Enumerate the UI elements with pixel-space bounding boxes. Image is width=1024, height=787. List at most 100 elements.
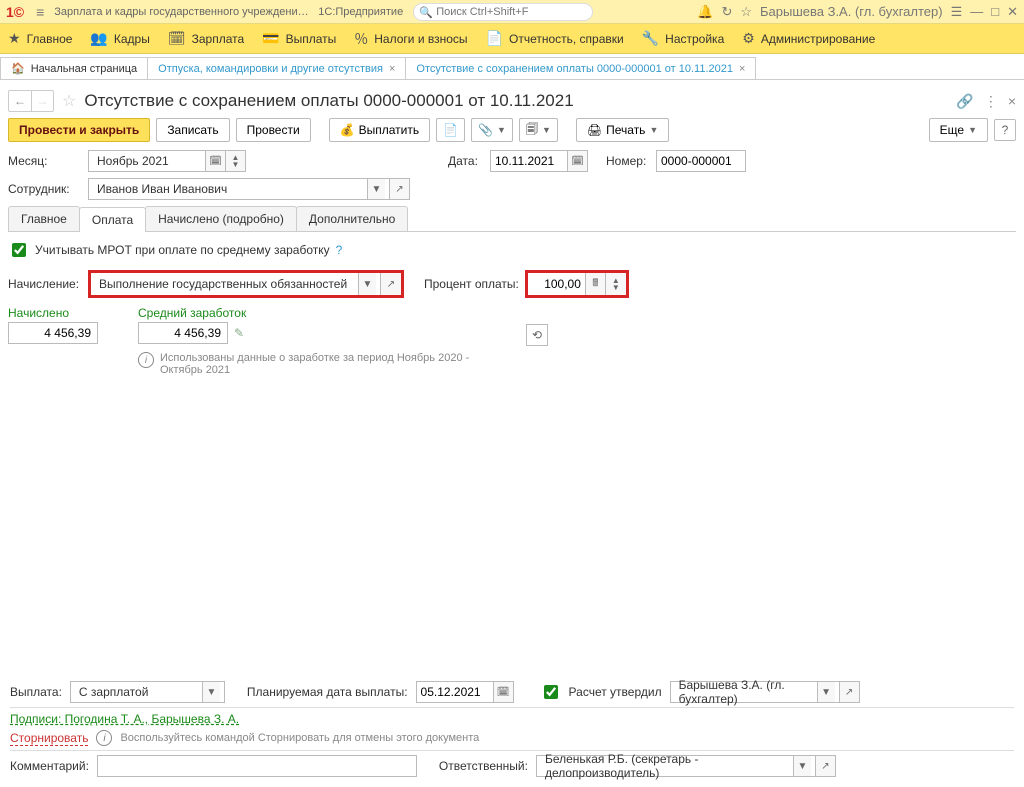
menu-icon[interactable]: ≡ — [36, 4, 44, 20]
number-field[interactable] — [656, 150, 746, 172]
approver-open-button[interactable]: ↗ — [840, 681, 860, 703]
help-button[interactable]: ? — [994, 119, 1016, 141]
create-based-button[interactable]: 🗐▼ — [519, 118, 558, 142]
payment-tab-content: Учитывать МРОТ при оплате по среднему за… — [8, 232, 1016, 376]
close-tab-icon[interactable]: × — [389, 63, 395, 75]
planned-date-field[interactable] — [416, 681, 494, 703]
tab-main[interactable]: Главное — [8, 206, 80, 231]
percent-calc-button[interactable]: 🖩 — [586, 273, 606, 295]
current-user[interactable]: Барышева З.А. (гл. бухгалтер) — [760, 4, 943, 19]
date-calendar-button[interactable]: 🗓 — [568, 150, 588, 172]
date-label: Дата: — [448, 154, 484, 168]
accrual-label: Начисление: — [8, 277, 82, 291]
tab-home[interactable]: 🏠Начальная страница — [0, 57, 148, 79]
accrued-field[interactable] — [8, 322, 98, 344]
responsible-label: Ответственный: — [439, 759, 528, 773]
wrench-icon: 🔧 — [642, 30, 659, 47]
month-spinner-button[interactable]: ▲▼ — [226, 150, 246, 172]
close-doc-icon[interactable]: × — [1008, 93, 1016, 110]
accrued-label: Начислено — [8, 306, 98, 320]
comment-label: Комментарий: — [10, 759, 89, 773]
chevron-down-icon[interactable]: ▼ — [367, 179, 385, 199]
close-window-icon[interactable]: ✕ — [1007, 4, 1018, 20]
bell-icon[interactable]: 🔔 — [697, 4, 713, 20]
search-icon: 🔍 — [419, 6, 433, 19]
chevron-down-icon[interactable]: ▼ — [358, 273, 376, 295]
edit-avg-icon[interactable]: ✎ — [234, 326, 244, 340]
document-title: Отсутствие с сохранением оплаты 0000-000… — [84, 91, 573, 111]
menu-main[interactable]: ★Главное — [8, 30, 72, 47]
more-button[interactable]: Еще▼ — [929, 118, 988, 142]
responsible-open-button[interactable]: ↗ — [816, 755, 836, 777]
menu-settings[interactable]: 🔧Настройка — [642, 30, 725, 47]
save-button[interactable]: Записать — [156, 118, 229, 142]
tab-payment[interactable]: Оплата — [79, 207, 146, 232]
percent-label: Процент оплаты: — [424, 277, 519, 291]
recalc-button[interactable]: ⟲ — [526, 324, 548, 346]
percent-field[interactable] — [528, 273, 586, 295]
print-button[interactable]: 🖨Печать▼ — [576, 118, 669, 142]
mrot-checkbox[interactable] — [12, 243, 26, 257]
avg-earnings-field[interactable] — [138, 322, 228, 344]
wallet-icon: 💳 — [262, 30, 279, 47]
responsible-field[interactable]: Беленькая Р.Б. (секретарь - делопроизвод… — [536, 755, 816, 777]
pay-button[interactable]: 💰Выплатить — [329, 118, 430, 142]
maximize-icon[interactable]: □ — [991, 4, 999, 19]
tab-additional[interactable]: Дополнительно — [296, 206, 408, 231]
menu-salary[interactable]: 🗓Зарплата — [168, 30, 244, 47]
planned-date-calendar-button[interactable]: 🗓 — [494, 681, 514, 703]
info-icon: i — [96, 730, 112, 746]
money-icon: 💰 — [340, 123, 355, 137]
mrot-label: Учитывать МРОТ при оплате по среднему за… — [35, 243, 330, 257]
accrual-open-button[interactable]: ↗ — [381, 273, 401, 295]
date-field[interactable] — [490, 150, 568, 172]
comment-field[interactable] — [97, 755, 417, 777]
kebab-menu-icon[interactable]: ⋮ — [984, 93, 998, 110]
main-menu-bar: ★Главное 👥Кадры 🗓Зарплата 💳Выплаты ％Нало… — [0, 24, 1024, 54]
approved-label: Расчет утвердил — [569, 685, 662, 699]
month-field[interactable]: Ноябрь 2021 — [88, 150, 206, 172]
gear-icon: ⚙ — [742, 30, 755, 47]
nav-back-button[interactable]: ← — [9, 91, 31, 111]
menu-reports[interactable]: 📄Отчетность, справки — [486, 30, 624, 47]
doc-structure-button[interactable]: 📄 — [436, 118, 465, 142]
panel-icon[interactable]: ☰ — [951, 4, 963, 20]
menu-personnel[interactable]: 👥Кадры — [90, 30, 149, 47]
post-button[interactable]: Провести — [236, 118, 311, 142]
tab-accrued-details[interactable]: Начислено (подробно) — [145, 206, 297, 231]
nav-forward-button[interactable]: → — [31, 91, 53, 111]
minimize-icon[interactable]: — — [970, 4, 983, 19]
menu-payments[interactable]: 💳Выплаты — [262, 30, 336, 47]
config-title: Зарплата и кадры государственного учрежд… — [54, 6, 314, 18]
storno-link[interactable]: Сторнировать — [10, 731, 88, 746]
chevron-down-icon[interactable]: ▼ — [793, 756, 811, 776]
signatures-link[interactable]: Подписи: Погодина Т. А., Барышева З. А. — [10, 712, 239, 726]
link-icon[interactable]: 🔗 — [956, 93, 973, 110]
tab-absence-doc[interactable]: Отсутствие с сохранением оплаты 0000-000… — [405, 57, 756, 79]
employee-open-button[interactable]: ↗ — [390, 178, 410, 200]
menu-admin[interactable]: ⚙Администрирование — [742, 30, 875, 47]
percent-spinner-button[interactable]: ▲▼ — [606, 273, 626, 295]
payout-method-field[interactable]: С зарплатой▼ — [70, 681, 225, 703]
global-search-input[interactable] — [413, 3, 593, 21]
approved-checkbox[interactable] — [544, 685, 558, 699]
approver-field[interactable]: Барышева З.А. (гл. бухгалтер)▼ — [670, 681, 840, 703]
people-icon: 👥 — [90, 30, 107, 47]
favorite-star-icon[interactable]: ☆ — [62, 91, 76, 111]
info-icon: i — [138, 352, 154, 368]
mrot-help-icon[interactable]: ? — [336, 243, 343, 257]
tab-absences-list[interactable]: Отпуска, командировки и другие отсутстви… — [147, 57, 406, 79]
month-calendar-button[interactable]: 🗓 — [206, 150, 226, 172]
avg-info-text: Использованы данные о заработке за перио… — [160, 352, 470, 376]
accrual-type-field[interactable]: Выполнение государственных обязанностей▼ — [91, 273, 381, 295]
star-icon[interactable]: ☆ — [740, 4, 752, 20]
chevron-down-icon[interactable]: ▼ — [817, 682, 835, 702]
history-icon[interactable]: ↻ — [721, 4, 732, 20]
post-and-close-button[interactable]: Провести и закрыть — [8, 118, 150, 142]
menu-taxes[interactable]: ％Налоги и взносы — [354, 29, 467, 49]
close-tab-icon[interactable]: × — [739, 63, 745, 75]
chevron-down-icon[interactable]: ▼ — [202, 682, 220, 702]
employee-field[interactable]: Иванов Иван Иванович▼ — [88, 178, 390, 200]
planned-date-label: Планируемая дата выплаты: — [247, 685, 408, 699]
attach-button[interactable]: 📎▼ — [471, 118, 513, 142]
